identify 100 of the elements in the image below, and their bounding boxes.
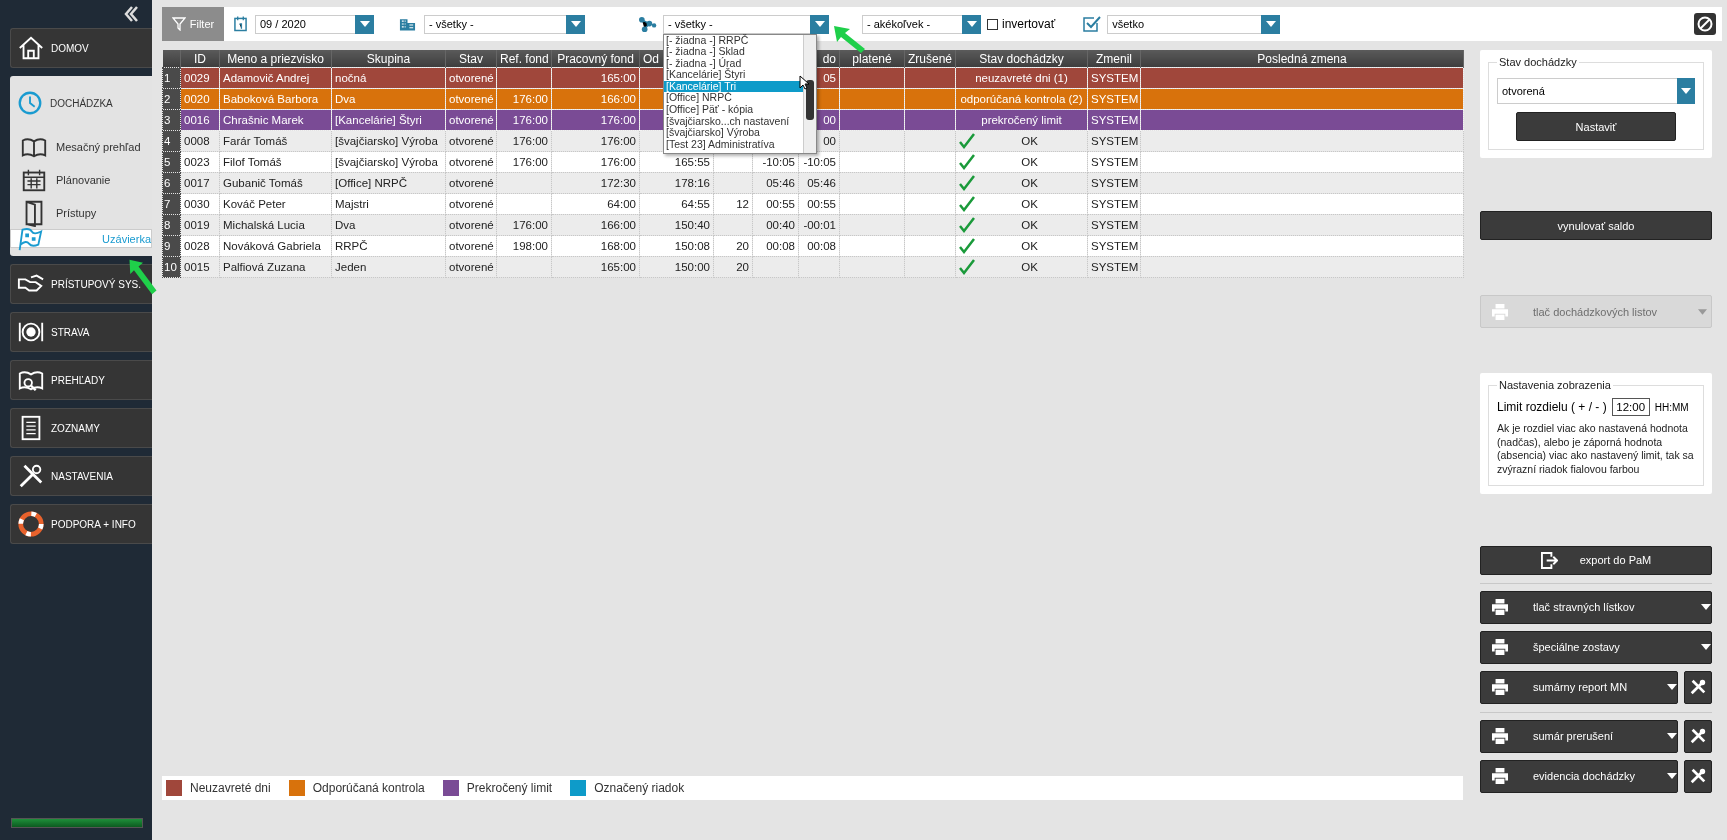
nav-item[interactable]: PODPORA + INFO bbox=[10, 504, 152, 544]
location-select[interactable]: - všetky - bbox=[424, 14, 585, 34]
group-select[interactable]: - všetky - bbox=[663, 14, 829, 34]
nav-item[interactable]: ZOZNAMY bbox=[10, 408, 152, 448]
column-header[interactable]: Zmenil bbox=[1087, 50, 1141, 68]
home-icon bbox=[17, 34, 45, 62]
column-header[interactable]: Posledná zmena bbox=[1140, 50, 1464, 68]
printer-icon bbox=[1491, 679, 1509, 696]
row-number: 10 bbox=[162, 256, 181, 278]
attendance-status-select[interactable]: otvorená bbox=[1497, 78, 1695, 104]
reset-balance-button[interactable]: vynulovať saldo bbox=[1480, 211, 1712, 240]
table-cell: SYSTEM bbox=[1087, 109, 1141, 131]
report-menu-button[interactable]: sumárny report MN bbox=[1480, 670, 1678, 704]
report-menu-button[interactable]: sumár prerušení bbox=[1480, 719, 1678, 753]
nav-item[interactable]: DOMOV bbox=[10, 28, 152, 68]
table-cell: Baboková Barbora bbox=[219, 88, 332, 110]
table-cell: 0008 bbox=[180, 130, 220, 152]
limit-field[interactable]: 12:00 bbox=[1611, 398, 1650, 416]
row-number: 9 bbox=[162, 235, 181, 257]
caret-icon bbox=[966, 21, 977, 27]
caret-icon bbox=[1265, 21, 1276, 27]
table-cell: SYSTEM bbox=[1087, 88, 1141, 110]
nav-subitem[interactable]: Plánovanie bbox=[10, 163, 152, 196]
report-menu-button[interactable]: tlač stravných lístkov bbox=[1480, 590, 1712, 624]
table-cell: 166:00 bbox=[551, 214, 640, 236]
table-cell: Farár Tomáš bbox=[219, 130, 332, 152]
nav-item[interactable]: NASTAVENIA bbox=[10, 456, 152, 496]
nav-item[interactable]: PRÍSTUPOVÝ SYS. bbox=[10, 264, 152, 304]
tools-icon bbox=[17, 462, 45, 490]
table-cell: otvorené bbox=[445, 193, 497, 215]
table-cell: otvorené bbox=[445, 256, 497, 278]
scrollbar[interactable] bbox=[803, 34, 816, 153]
table-cell: SYSTEM bbox=[1087, 130, 1141, 152]
column-header[interactable]: Stav dochádzky bbox=[955, 50, 1088, 68]
table-cell: [Kancelárie] Štyri bbox=[331, 109, 446, 131]
row-number: 7 bbox=[162, 193, 181, 215]
nav-item[interactable]: PREHĽADY bbox=[10, 360, 152, 400]
table-cell-text: OK bbox=[1020, 219, 1039, 231]
column-header[interactable]: Stav bbox=[445, 50, 497, 68]
table-cell: SYSTEM bbox=[1087, 256, 1141, 278]
settings-button[interactable] bbox=[1684, 670, 1712, 704]
table-cell: 198:00 bbox=[496, 235, 552, 257]
check-icon bbox=[959, 154, 975, 170]
dropdown-option[interactable]: [Office] NRPČ bbox=[664, 92, 803, 105]
filter-icon bbox=[171, 17, 186, 31]
settings-button[interactable] bbox=[1684, 759, 1712, 793]
row-number: 3 bbox=[162, 109, 181, 131]
table-cell: 166:00 bbox=[551, 88, 640, 110]
nav-item[interactable]: DOCHÁDZKA bbox=[10, 84, 152, 122]
table-cell-text: OK bbox=[1020, 198, 1039, 210]
table-cell: Palfiová Zuzana bbox=[219, 256, 332, 278]
column-header[interactable]: Ref. fond bbox=[496, 50, 552, 68]
table-cell: 176:00 bbox=[496, 88, 552, 110]
nav-subitem[interactable]: Prístupy bbox=[10, 196, 152, 229]
column-header[interactable]: Zrušené bbox=[904, 50, 956, 68]
table-cell-text: OK bbox=[1020, 135, 1039, 147]
caret-icon bbox=[1681, 88, 1691, 94]
check-icon bbox=[959, 133, 975, 149]
report-menu-button[interactable]: evidencia dochádzky bbox=[1480, 759, 1678, 793]
table-cell: Dva bbox=[331, 214, 446, 236]
legend-label: Neuzavreté dni bbox=[190, 781, 271, 795]
collapse-icon[interactable] bbox=[124, 6, 138, 22]
table-cell: Adamovič Andrej bbox=[219, 67, 332, 89]
row-number: 6 bbox=[162, 172, 181, 194]
row-number: 5 bbox=[162, 151, 181, 173]
column-header[interactable]: Skupina bbox=[331, 50, 446, 68]
table-cell: Majstri bbox=[331, 193, 446, 215]
column-header[interactable]: platené bbox=[839, 50, 905, 68]
settings-button[interactable] bbox=[1684, 719, 1712, 753]
table-cell: 176:00 bbox=[496, 130, 552, 152]
caret-icon bbox=[359, 21, 370, 27]
printer-icon bbox=[1491, 728, 1509, 745]
column-header[interactable]: Pracovný fond bbox=[551, 50, 640, 68]
nav-subitem[interactable]: Mesačný prehľad bbox=[10, 130, 152, 163]
row-number: 2 bbox=[162, 88, 181, 110]
column-header[interactable]: Meno a priezvisko bbox=[219, 50, 332, 68]
legend-label: Označený riadok bbox=[594, 781, 685, 795]
status-select[interactable]: všetko bbox=[1107, 14, 1281, 34]
report-menu-button[interactable]: špeciálne zostavy bbox=[1480, 630, 1712, 664]
table-cell: 165:00 bbox=[551, 67, 640, 89]
check-icon bbox=[959, 238, 975, 254]
invert-checkbox[interactable] bbox=[987, 18, 998, 30]
table-cell: [švajčiarsko] Výroba bbox=[331, 151, 446, 173]
table-cell: 0019 bbox=[180, 214, 220, 236]
table-cell: otvorené bbox=[445, 172, 497, 194]
table-cell: SYSTEM bbox=[1087, 235, 1141, 257]
month-select[interactable]: 09 / 2020 bbox=[255, 14, 374, 34]
export-button[interactable]: export do PaM bbox=[1480, 545, 1712, 575]
table-cell: Dva bbox=[331, 88, 446, 110]
table-cell: Michalská Lucia bbox=[219, 214, 332, 236]
dropdown-option[interactable]: [- žiadna -] RRPČ bbox=[664, 34, 803, 47]
nav-item[interactable]: STRAVA bbox=[10, 312, 152, 352]
clear-filter-button[interactable] bbox=[1694, 13, 1716, 35]
column-header[interactable]: ID bbox=[180, 50, 220, 68]
tools-icon bbox=[1689, 727, 1707, 746]
table-cell: [Office] NRPČ bbox=[331, 172, 446, 194]
set-button[interactable]: Nastaviť bbox=[1516, 112, 1676, 141]
table-cell: SYSTEM bbox=[1087, 193, 1141, 215]
table-cell: 178:16 bbox=[639, 172, 714, 194]
condition-select[interactable]: - akékoľvek - bbox=[862, 14, 981, 34]
